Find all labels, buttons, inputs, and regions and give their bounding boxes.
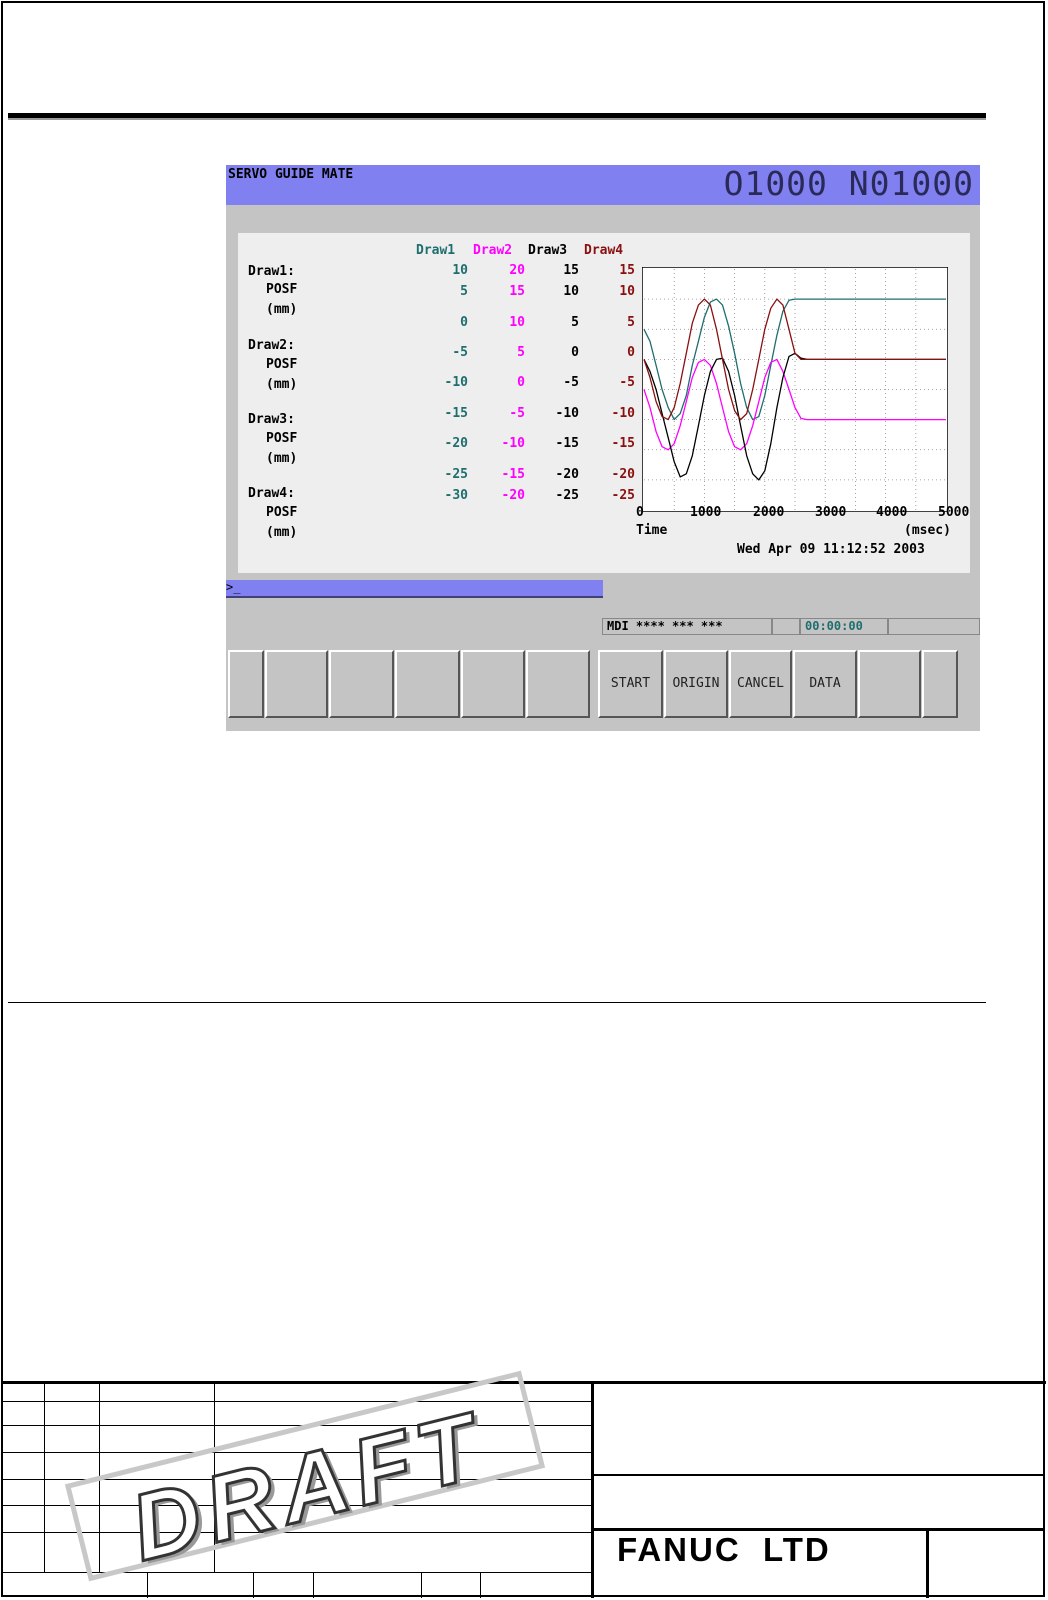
- command-prompt: >_: [226, 580, 241, 594]
- softkey-blank[interactable]: [858, 650, 921, 718]
- y-tick-draw2: -5: [509, 406, 525, 421]
- y-tick-draw1: 10: [452, 263, 468, 278]
- channel-2-name: Draw2:: [248, 338, 295, 353]
- y-tick-draw1: 5: [460, 284, 468, 299]
- x-tick-label: 1000: [690, 505, 722, 520]
- program-number: O1000 N01000: [723, 164, 974, 203]
- y-tick-draw1: -20: [444, 436, 468, 451]
- y-tick-draw4: -15: [611, 436, 635, 451]
- y-tick-draw1: -15: [444, 406, 468, 421]
- cnc-screen: SERVO GUIDE MATE O1000 N01000 Draw1: POS…: [226, 164, 980, 731]
- y-tick-draw2: 20: [509, 263, 525, 278]
- y-tick-draw2: 15: [509, 284, 525, 299]
- waveform-plot: [642, 267, 948, 512]
- y-tick-draw1: -5: [452, 345, 468, 360]
- channel-4-unit: (mm): [266, 525, 298, 540]
- channel-2-unit: (mm): [266, 377, 298, 392]
- y-tick-draw4: 0: [627, 345, 635, 360]
- series-header-draw1: Draw1: [416, 243, 456, 258]
- series-header-draw2: Draw2: [473, 243, 513, 258]
- graph-panel: Draw1: POSF (mm) Draw2: POSF (mm) Draw3:…: [238, 233, 970, 573]
- y-tick-draw4: 15: [619, 263, 635, 278]
- y-tick-draw4: 5: [627, 315, 635, 330]
- status-cell-blank: [888, 618, 980, 635]
- x-tick-label: 0: [636, 505, 644, 520]
- title-block-grid-line: [591, 1381, 594, 1598]
- channel-1-unit: (mm): [266, 302, 298, 317]
- y-tick-draw1: -10: [444, 375, 468, 390]
- softkey-blank[interactable]: [922, 650, 958, 718]
- x-tick-label: 2000: [753, 505, 785, 520]
- channel-3-unit: (mm): [266, 451, 298, 466]
- x-axis-label: Time: [636, 523, 668, 538]
- title-block-grid-line: [480, 1572, 481, 1598]
- y-tick-draw3: -20: [555, 467, 579, 482]
- softkey-blank[interactable]: [265, 650, 328, 718]
- series-header-draw3: Draw3: [528, 243, 568, 258]
- x-tick-label: 5000: [938, 505, 970, 520]
- title-block-grid-line: [44, 1381, 45, 1572]
- y-tick-draw4: -10: [611, 406, 635, 421]
- softkey-blank[interactable]: [526, 650, 590, 718]
- y-tick-draw3: 5: [571, 315, 579, 330]
- y-tick-draw2: 5: [517, 345, 525, 360]
- y-tick-draw3: -5: [563, 375, 579, 390]
- y-tick-draw2: 0: [517, 375, 525, 390]
- section-rule: [8, 1002, 986, 1003]
- softkey-bar: START ORIGIN CANCEL DATA: [228, 650, 980, 718]
- channel-3-signal: POSF: [266, 431, 298, 446]
- y-tick-draw3: -15: [555, 436, 579, 451]
- softkey-blank[interactable]: [228, 650, 264, 718]
- title-block-grid-line: [421, 1572, 422, 1598]
- y-tick-draw1: -25: [444, 467, 468, 482]
- clock-display: 00:00:00: [800, 618, 888, 635]
- y-tick-draw1: 0: [460, 315, 468, 330]
- y-tick-draw4: -20: [611, 467, 635, 482]
- channel-2-signal: POSF: [266, 357, 298, 372]
- y-tick-draw2: -20: [501, 488, 525, 503]
- x-axis-unit: (msec): [904, 523, 951, 538]
- title-block-grid-line: [593, 1474, 1045, 1476]
- softkey-cancel[interactable]: CANCEL: [729, 650, 792, 718]
- title-block-grid-line: [926, 1528, 929, 1598]
- y-tick-draw3: 10: [563, 284, 579, 299]
- y-tick-draw2: -15: [501, 467, 525, 482]
- y-tick-draw4: -5: [619, 375, 635, 390]
- timestamp: Wed Apr 09 11:12:52 2003: [737, 542, 925, 557]
- channel-3-name: Draw3:: [248, 412, 295, 427]
- header-rule: [8, 113, 986, 118]
- softkey-data[interactable]: DATA: [793, 650, 857, 718]
- y-tick-draw3: -10: [555, 406, 579, 421]
- channel-1-name: Draw1:: [248, 264, 295, 279]
- softkey-blank[interactable]: [395, 650, 460, 718]
- channel-4-name: Draw4:: [248, 486, 295, 501]
- status-cell-blank: [772, 618, 800, 635]
- y-tick-draw3: 15: [563, 263, 579, 278]
- title-block-grid-line: [253, 1572, 254, 1598]
- y-tick-draw3: 0: [571, 345, 579, 360]
- x-tick-label: 4000: [876, 505, 908, 520]
- mode-indicator: MDI **** *** ***: [602, 618, 772, 635]
- y-tick-draw4: 10: [619, 284, 635, 299]
- x-tick-label: 3000: [815, 505, 847, 520]
- y-tick-draw2: -10: [501, 436, 525, 451]
- series-header-draw4: Draw4: [584, 243, 624, 258]
- channel-1-signal: POSF: [266, 282, 298, 297]
- title-bar: SERVO GUIDE MATE O1000 N01000: [226, 164, 980, 205]
- command-input[interactable]: >_: [226, 580, 603, 598]
- y-tick-draw1: -30: [444, 488, 468, 503]
- y-tick-draw3: -25: [555, 488, 579, 503]
- softkey-blank[interactable]: [461, 650, 525, 718]
- y-tick-draw2: 10: [509, 315, 525, 330]
- app-title: SERVO GUIDE MATE: [228, 167, 354, 182]
- title-block-grid-line: [313, 1572, 314, 1598]
- softkey-origin[interactable]: ORIGIN: [664, 650, 728, 718]
- company-name: FANUC LTD: [617, 1531, 831, 1568]
- y-tick-draw4: -25: [611, 488, 635, 503]
- status-bar: MDI **** *** *** 00:00:00: [602, 618, 980, 636]
- channel-4-signal: POSF: [266, 505, 298, 520]
- softkey-start[interactable]: START: [598, 650, 663, 718]
- softkey-blank[interactable]: [329, 650, 394, 718]
